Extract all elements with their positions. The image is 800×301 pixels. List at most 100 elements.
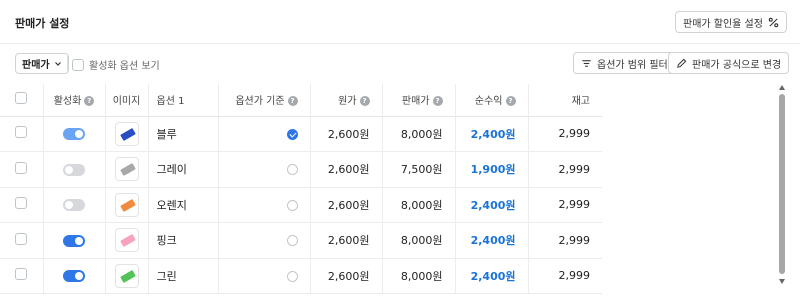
- row-select-cell: [0, 116, 44, 152]
- row-active-cell: [43, 258, 106, 294]
- row-checkbox[interactable]: [15, 126, 28, 139]
- row-checkbox[interactable]: [15, 232, 28, 245]
- vertical-scrollbar[interactable]: [776, 84, 788, 285]
- header-active-label: 활성화: [53, 96, 82, 108]
- table-row[interactable]: 핑크 2,600원 8,000원 2,400원 2,999: [0, 222, 602, 259]
- scroll-down-icon[interactable]: [779, 279, 785, 284]
- pencil-icon: [677, 58, 687, 68]
- row-image-cell: [105, 222, 149, 259]
- table-row[interactable]: 블루 2,600원 8,000원 2,400원 2,999: [0, 116, 602, 152]
- table-row[interactable]: 그레이 2,600원 7,500원 1,900원 2,999: [0, 151, 602, 188]
- option-name: 그린: [148, 258, 219, 294]
- stock-value: 2,999: [528, 187, 602, 223]
- page-header: 판매가 설정 판매가 할인율 설정: [0, 0, 800, 44]
- base-option-radio[interactable]: [286, 235, 298, 247]
- option-name: 핑크: [148, 222, 219, 259]
- price-formula-button[interactable]: 판매가 공식으로 변경: [668, 52, 790, 74]
- active-toggle[interactable]: [63, 163, 85, 176]
- profit-value: 2,400원: [455, 187, 529, 223]
- price-value[interactable]: 7,500원: [382, 151, 456, 188]
- price-value[interactable]: 8,000원: [382, 258, 456, 294]
- active-options-toggle[interactable]: 활성화 옵션 보기: [72, 57, 160, 72]
- select-all-checkbox[interactable]: [15, 92, 28, 105]
- header-stock: 재고: [528, 84, 602, 117]
- product-thumbnail: [114, 121, 139, 146]
- cost-value: 2,600원: [310, 187, 383, 223]
- header-base-option-label: 옵션가 기준: [235, 96, 285, 108]
- help-icon[interactable]: ?: [359, 96, 370, 107]
- stock-value: 2,999: [528, 151, 602, 188]
- row-base-cell: [218, 187, 311, 223]
- header-cost-label: 원가: [338, 96, 357, 108]
- active-toggle[interactable]: [63, 234, 85, 247]
- product-swatch: [119, 234, 136, 248]
- row-image-cell: [105, 258, 149, 294]
- table-row[interactable]: 그린 2,600원 8,000원 2,400원 2,999: [0, 258, 602, 294]
- option-range-filter-button[interactable]: 옵션가 범위 필터: [573, 52, 676, 74]
- active-toggle[interactable]: [63, 128, 85, 141]
- row-checkbox[interactable]: [15, 161, 28, 174]
- row-checkbox[interactable]: [15, 197, 28, 210]
- option-range-filter-label: 옵션가 범위 필터: [597, 59, 668, 71]
- chevron-down-icon: [54, 61, 61, 66]
- price-value[interactable]: 8,000원: [382, 187, 456, 223]
- help-icon[interactable]: ?: [287, 96, 298, 107]
- percent-icon: [768, 17, 779, 27]
- toolbar: 판매가 활성화 옵션 보기 옵션가 범위 필터 판매가 공식으로 변경: [0, 44, 800, 82]
- price-table: 활성화? 이미지 옵션 1 옵션가 기준? 원가? 판매가? 순수익? 재고 블…: [0, 84, 602, 294]
- profit-value: 2,400원: [455, 258, 529, 294]
- row-base-cell: [218, 151, 311, 188]
- header-price-label: 판매가: [401, 96, 430, 108]
- row-active-cell: [43, 187, 106, 223]
- base-option-radio[interactable]: [286, 199, 298, 211]
- active-toggle[interactable]: [63, 199, 85, 212]
- stock-value: 2,999: [528, 258, 602, 294]
- product-thumbnail: [114, 157, 139, 182]
- price-value[interactable]: 8,000원: [382, 116, 456, 152]
- row-base-cell: [218, 222, 311, 259]
- active-toggle[interactable]: [63, 270, 85, 283]
- row-checkbox[interactable]: [15, 268, 28, 281]
- scrollbar-thumb[interactable]: [779, 94, 785, 274]
- active-options-label: 활성화 옵션 보기: [89, 61, 160, 72]
- row-select-cell: [0, 222, 44, 259]
- price-value[interactable]: 8,000원: [382, 222, 456, 259]
- cost-value: 2,600원: [310, 258, 383, 294]
- base-option-radio[interactable]: [286, 128, 298, 140]
- price-table-container: 활성화? 이미지 옵션 1 옵션가 기준? 원가? 판매가? 순수익? 재고 블…: [0, 84, 776, 301]
- row-select-cell: [0, 258, 44, 294]
- header-select-all: [0, 84, 44, 117]
- row-active-cell: [43, 116, 106, 152]
- scroll-up-icon[interactable]: [779, 85, 785, 90]
- row-image-cell: [105, 187, 149, 223]
- page-title: 판매가 설정: [15, 17, 70, 30]
- price-formula-label: 판매가 공식으로 변경: [692, 59, 782, 71]
- row-base-cell: [218, 258, 311, 294]
- help-icon[interactable]: ?: [432, 96, 443, 107]
- table-row[interactable]: 오렌지 2,600원 8,000원 2,400원 2,999: [0, 187, 602, 223]
- header-option1: 옵션 1: [148, 84, 219, 117]
- row-active-cell: [43, 222, 106, 259]
- price-type-select-label: 판매가: [22, 60, 50, 71]
- discount-rate-button[interactable]: 판매가 할인율 설정: [675, 11, 787, 33]
- row-image-cell: [105, 151, 149, 188]
- active-options-checkbox[interactable]: [72, 58, 84, 71]
- header-active: 활성화?: [43, 84, 106, 117]
- filter-icon: [582, 59, 591, 67]
- help-icon[interactable]: ?: [505, 96, 516, 107]
- product-swatch: [119, 163, 136, 177]
- header-profit: 순수익?: [455, 84, 529, 117]
- stock-value: 2,999: [528, 116, 602, 152]
- price-type-select[interactable]: 판매가: [15, 53, 69, 74]
- stock-value: 2,999: [528, 222, 602, 259]
- base-option-radio[interactable]: [286, 270, 298, 282]
- table-header-row: 활성화? 이미지 옵션 1 옵션가 기준? 원가? 판매가? 순수익? 재고: [0, 84, 602, 117]
- discount-rate-label: 판매가 할인율 설정: [683, 18, 763, 30]
- profit-value: 2,400원: [455, 116, 529, 152]
- help-icon[interactable]: ?: [84, 96, 95, 107]
- option-name: 그레이: [148, 151, 219, 188]
- row-base-cell: [218, 116, 311, 152]
- row-image-cell: [105, 116, 149, 152]
- base-option-radio[interactable]: [286, 164, 298, 176]
- profit-value: 1,900원: [455, 151, 529, 188]
